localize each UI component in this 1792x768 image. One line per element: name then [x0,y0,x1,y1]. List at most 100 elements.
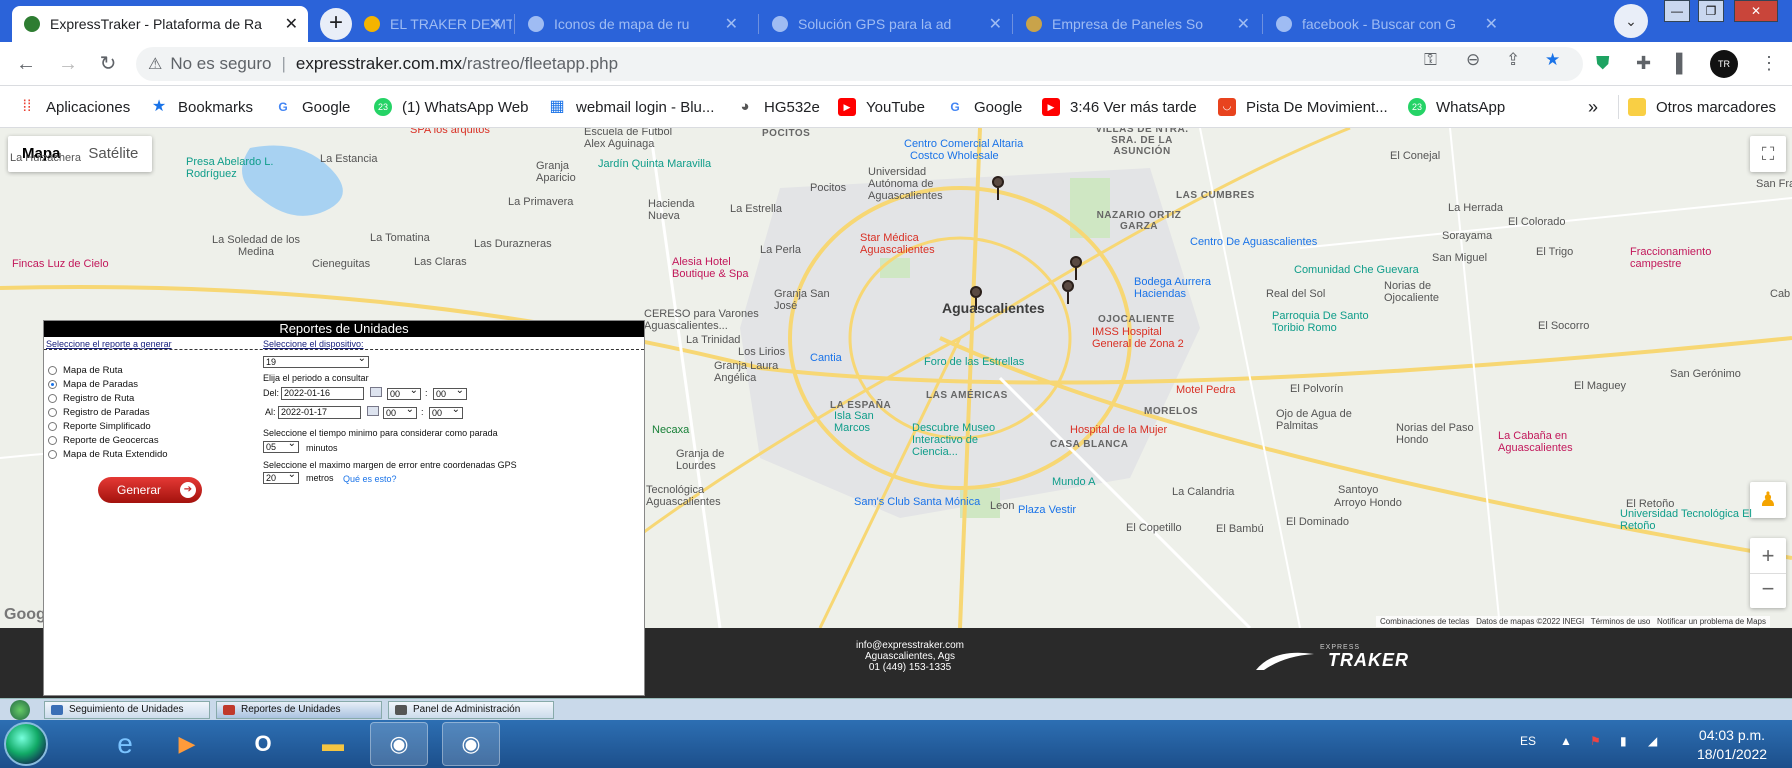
share-icon[interactable]: ⇪ [1506,50,1520,70]
from-date-input[interactable]: 2022-01-16 [281,387,364,400]
tab[interactable]: Iconos de mapa de ru ✕ [516,6,748,42]
report-problem-link[interactable]: Notificar un problema de Maps [1657,617,1766,626]
radio-button[interactable] [48,450,57,459]
min-time-select[interactable]: 05 [263,439,299,453]
chrome-profile-icon[interactable]: ◉ [442,722,500,766]
language-indicator[interactable]: ES [1520,734,1536,748]
extensions-puzzle-icon[interactable]: ✚ [1636,53,1651,74]
option-registro-de-paradas[interactable]: Registro de Paradas [48,407,150,418]
radio-button[interactable] [48,408,57,417]
outlook-icon[interactable]: O [234,722,292,766]
restore-button[interactable]: ❐ [1698,0,1724,22]
radio-button[interactable] [48,366,57,375]
tab-close-icon[interactable]: ✕ [1237,14,1250,34]
calendar-icon[interactable] [370,387,382,397]
tab-close-icon[interactable]: ✕ [989,14,1002,34]
tab-close-icon[interactable]: ✕ [725,14,738,34]
app-seguimiento[interactable]: Seguimiento de Unidades [44,701,210,719]
address-bar[interactable]: ⚠ No es seguro | expresstraker.com.mx/ra… [136,47,1583,81]
tab-close-icon[interactable]: ✕ [285,14,298,34]
tab-search-chevron-icon[interactable]: ⌄ [1614,4,1648,38]
forward-arrow-icon[interactable]: → [54,50,82,78]
security-label[interactable]: No es seguro [170,54,271,74]
option-mapa-de-paradas[interactable]: Mapa de Paradas [48,379,138,390]
menu-kebab-icon[interactable]: ⋮ [1760,53,1778,74]
chrome-icon[interactable]: ◉ [370,722,428,766]
bookmark-whatsapp[interactable]: 23 WhatsApp [1408,96,1505,118]
side-panel-icon[interactable]: ▌ [1676,53,1689,74]
generate-button[interactable]: Generar ➔ [98,477,202,503]
help-link[interactable]: Qué es esto? [343,474,397,484]
system-clock[interactable]: 04:03 p.m. 18/01/2022 [1680,726,1784,764]
radio-button[interactable] [48,394,57,403]
app-reportes[interactable]: Reportes de Unidades [216,701,382,719]
media-player-icon[interactable]: ▶ [158,722,216,766]
start-button[interactable] [4,722,48,766]
to-minute-select[interactable]: 00 [429,405,463,419]
bookmark-star-icon[interactable]: ★ [1545,50,1560,70]
tab[interactable]: Empresa de Paneles So ✕ [1014,6,1260,42]
tab-close-icon[interactable]: ✕ [489,14,502,34]
battery-icon[interactable]: ▮ [1620,734,1627,748]
bookmark-apps[interactable]: ⁞⁞ Aplicaciones [18,96,131,118]
to-hour-select[interactable]: 00 [383,405,417,419]
app-panel[interactable]: Panel de Administración [388,701,554,719]
bookmark-youtube[interactable]: ▶ YouTube [838,96,925,118]
bookmarks-overflow-chevron[interactable]: » [1588,96,1598,118]
option-mapa-de-ruta-extendido[interactable]: Mapa de Ruta Extendido [48,449,168,460]
fullscreen-icon[interactable]: ⛶ [1750,136,1786,172]
minimize-button[interactable]: — [1664,0,1690,22]
calendar-icon[interactable] [367,406,379,416]
tab[interactable]: EL TRAKER DE MT ✕ [352,6,512,42]
from-hour-select[interactable]: 00 [387,386,421,400]
signal-icon[interactable]: ◢ [1648,734,1657,748]
from-minute-select[interactable]: 00 [433,386,467,400]
zoom-out-icon[interactable]: ⊖ [1466,50,1480,70]
tab[interactable]: Solución GPS para la ad ✕ [760,6,1012,42]
stop-marker[interactable] [1070,256,1082,280]
tray-expand-icon[interactable]: ▲ [1560,734,1572,748]
option-mapa-de-ruta[interactable]: Mapa de Ruta [48,365,123,376]
stop-marker[interactable] [1062,280,1074,304]
radio-button-selected[interactable] [48,380,57,389]
option-registro-de-ruta[interactable]: Registro de Ruta [48,393,134,404]
internet-explorer-icon[interactable]: e [96,722,154,766]
contact-email[interactable]: info@expresstraker.com [790,640,1030,651]
window-close-button[interactable]: ✕ [1734,0,1778,22]
bookmark-whatsapp-web[interactable]: 23 (1) WhatsApp Web [374,96,528,118]
new-tab-button[interactable]: + [320,8,352,40]
profile-avatar[interactable]: TR [1710,50,1738,78]
radio-button[interactable] [48,436,57,445]
radio-button[interactable] [48,422,57,431]
option-reporte-de-geocercas[interactable]: Reporte de Geocercas [48,435,159,446]
bookmark-hg532e[interactable]: ◕ HG532e [736,96,819,118]
to-date-input[interactable]: 2022-01-17 [278,406,361,419]
margin-select[interactable]: 20 [263,470,299,484]
reload-icon[interactable]: ↻ [94,50,122,78]
bookmark-webmail[interactable]: ▦ webmail login - Blu... [548,96,714,118]
zoom-in-button[interactable]: + [1750,538,1786,573]
back-arrow-icon[interactable]: ← [12,50,40,78]
bookmark-google[interactable]: G Google [274,96,350,118]
tab-active[interactable]: ExpressTraker - Plataforma de Ra ✕ [12,6,308,42]
bookmark-google[interactable]: G Google [946,96,1022,118]
other-bookmarks[interactable]: Otros marcadores [1628,96,1776,118]
terms-link[interactable]: Términos de uso [1591,617,1651,626]
action-center-flag-icon[interactable]: ⚑ [1590,734,1601,748]
zoom-out-button[interactable]: − [1750,573,1786,608]
option-reporte-simplificado[interactable]: Reporte Simplificado [48,421,151,432]
bookmark-bookmarks[interactable]: ★ Bookmarks [150,96,253,118]
tab-close-icon[interactable]: ✕ [1485,14,1498,34]
stop-marker[interactable] [992,176,1004,200]
bookmark-youtube-later[interactable]: ▶ 3:46 Ver más tarde [1042,96,1197,118]
keyboard-shortcuts-link[interactable]: Combinaciones de teclas [1380,617,1469,626]
stop-marker[interactable] [970,286,982,310]
file-explorer-icon[interactable]: ▬ [304,722,362,766]
bookmark-pista[interactable]: ◡ Pista De Movimient... [1218,96,1388,118]
tab[interactable]: facebook - Buscar con G ✕ [1264,6,1508,42]
globe-icon: ◕ [740,98,750,115]
key-icon[interactable]: ⚿ [1424,50,1437,70]
satellite-view-button[interactable]: Satélite [74,136,152,172]
shield-extension-icon[interactable]: ⛊ [1596,53,1610,74]
device-select[interactable]: 19 [263,354,369,368]
